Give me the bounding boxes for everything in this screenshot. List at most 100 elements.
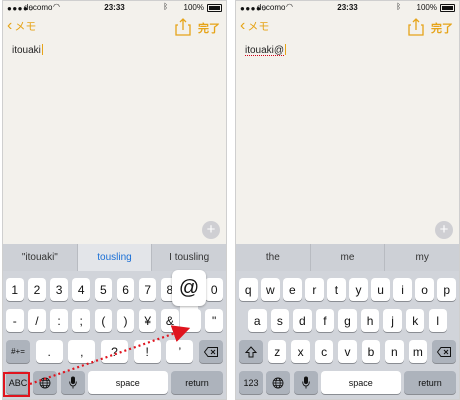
key[interactable]: e [283, 278, 302, 301]
key[interactable]: r [305, 278, 324, 301]
key[interactable]: ! [133, 340, 161, 363]
key[interactable]: v [338, 340, 357, 363]
battery-icon [440, 4, 455, 12]
key[interactable]: 7 [138, 278, 157, 301]
symbols-mode-key[interactable]: #+= [6, 340, 30, 363]
key[interactable]: . [35, 340, 63, 363]
key[interactable]: ’ [166, 340, 194, 363]
note-editor[interactable]: itouaki + [3, 39, 226, 244]
chevron-left-icon: ‹ [7, 17, 13, 34]
suggestion-bar: the me my [236, 244, 459, 271]
plus-icon[interactable]: + [202, 221, 220, 239]
keyboard: the me my q w e r t y u i o p a s d f g … [236, 244, 459, 399]
status-bar: ●●●●○ docomo ◠ 23:33 ᛒ 100% [3, 1, 226, 15]
letter-row-bottom: z x c v b n m [239, 340, 456, 363]
done-button[interactable]: 完了 [198, 20, 220, 36]
plus-icon[interactable]: + [435, 221, 453, 239]
globe-icon [39, 377, 51, 388]
key[interactable]: y [349, 278, 368, 301]
key[interactable]: o [415, 278, 434, 301]
letter-row-middle: a s d f g h j k l [248, 309, 447, 332]
key[interactable]: c [314, 340, 334, 363]
chevron-left-icon: ‹ [240, 17, 246, 34]
return-key[interactable]: return [404, 371, 456, 394]
suggestion-bar: "itouaki" tousling I tousling [3, 244, 226, 271]
key[interactable]: 5 [94, 278, 113, 301]
back-button[interactable]: ‹ メモ [7, 18, 36, 34]
key[interactable]: w [261, 278, 280, 301]
text-cursor [285, 44, 287, 55]
key[interactable]: ( [94, 309, 113, 332]
share-icon[interactable] [175, 18, 191, 36]
key[interactable]: h [360, 309, 380, 332]
suggestion-item[interactable]: me [311, 244, 386, 271]
return-key[interactable]: return [171, 371, 223, 394]
key[interactable]: a [248, 309, 267, 332]
key[interactable]: ? [100, 340, 128, 363]
note-text[interactable]: itouaki [12, 44, 43, 56]
suggestion-item[interactable]: my [385, 244, 459, 271]
key[interactable]: m [408, 340, 428, 363]
note-editor[interactable]: itouaki@ + [236, 39, 459, 244]
key[interactable]: j [383, 309, 402, 332]
key[interactable]: 0 [205, 278, 223, 301]
key[interactable]: z [267, 340, 287, 363]
key[interactable]: ) [116, 309, 135, 332]
back-button[interactable]: ‹ メモ [240, 18, 269, 34]
key[interactable]: 1 [6, 278, 24, 301]
key[interactable]: , [68, 340, 96, 363]
key[interactable]: s [270, 309, 290, 332]
key[interactable]: l [428, 309, 447, 332]
backspace-key[interactable] [198, 340, 223, 363]
nav-bar: ‹ メモ 完了 [3, 15, 226, 39]
key[interactable]: / [28, 309, 46, 332]
key[interactable]: d [293, 309, 312, 332]
space-key[interactable]: space [320, 371, 401, 394]
globe-key[interactable] [266, 371, 291, 394]
key[interactable]: q [239, 278, 258, 301]
key[interactable]: ; [72, 309, 90, 332]
key[interactable]: 2 [28, 278, 46, 301]
key[interactable]: x [291, 340, 310, 363]
microphone-key[interactable] [60, 371, 85, 394]
key[interactable]: p [437, 278, 456, 301]
key[interactable]: 4 [72, 278, 90, 301]
suggestion-item[interactable]: "itouaki" [3, 244, 78, 271]
key[interactable]: - [6, 309, 24, 332]
left-screenshot: ●●●●○ docomo ◠ 23:33 ᛒ 100% ‹ メモ 完了 itou… [2, 0, 227, 400]
key[interactable]: : [50, 309, 68, 332]
key[interactable]: 6 [116, 278, 135, 301]
back-label: メモ [247, 21, 270, 33]
share-icon[interactable] [408, 18, 424, 36]
key[interactable]: t [327, 278, 346, 301]
right-screenshot: ●●●●○ docomo ◠ 23:33 ᛒ 100% ‹ メモ 完了 itou… [235, 0, 460, 400]
backspace-key[interactable] [432, 340, 456, 363]
done-button[interactable]: 完了 [431, 20, 453, 36]
key[interactable]: 3 [50, 278, 68, 301]
suggestion-item-active[interactable]: tousling [77, 244, 153, 271]
bluetooth-icon: ᛒ [163, 2, 168, 11]
key[interactable]: " [205, 309, 223, 332]
key[interactable]: i [393, 278, 412, 301]
suggestion-item[interactable]: I tousling [152, 244, 226, 271]
key[interactable]: u [371, 278, 390, 301]
key[interactable]: f [315, 309, 335, 332]
note-text[interactable]: itouaki@ [245, 44, 287, 56]
punctuation-row: #+= . , ? ! ’ [6, 340, 223, 363]
shift-icon [245, 345, 257, 357]
nav-bar: ‹ メモ 完了 [236, 15, 459, 39]
key[interactable]: k [405, 309, 425, 332]
bluetooth-icon: ᛒ [396, 2, 401, 11]
key[interactable]: ¥ [138, 309, 157, 332]
suggestion-item[interactable]: the [236, 244, 311, 271]
key-popup-char: @ [172, 270, 206, 306]
backspace-icon [437, 346, 451, 357]
space-key[interactable]: space [87, 371, 168, 394]
key[interactable]: n [385, 340, 404, 363]
microphone-key[interactable] [293, 371, 318, 394]
numbers-key[interactable]: 123 [239, 371, 263, 394]
key[interactable]: b [361, 340, 381, 363]
globe-key[interactable] [33, 371, 58, 394]
shift-key[interactable] [239, 340, 263, 363]
key[interactable]: g [338, 309, 357, 332]
